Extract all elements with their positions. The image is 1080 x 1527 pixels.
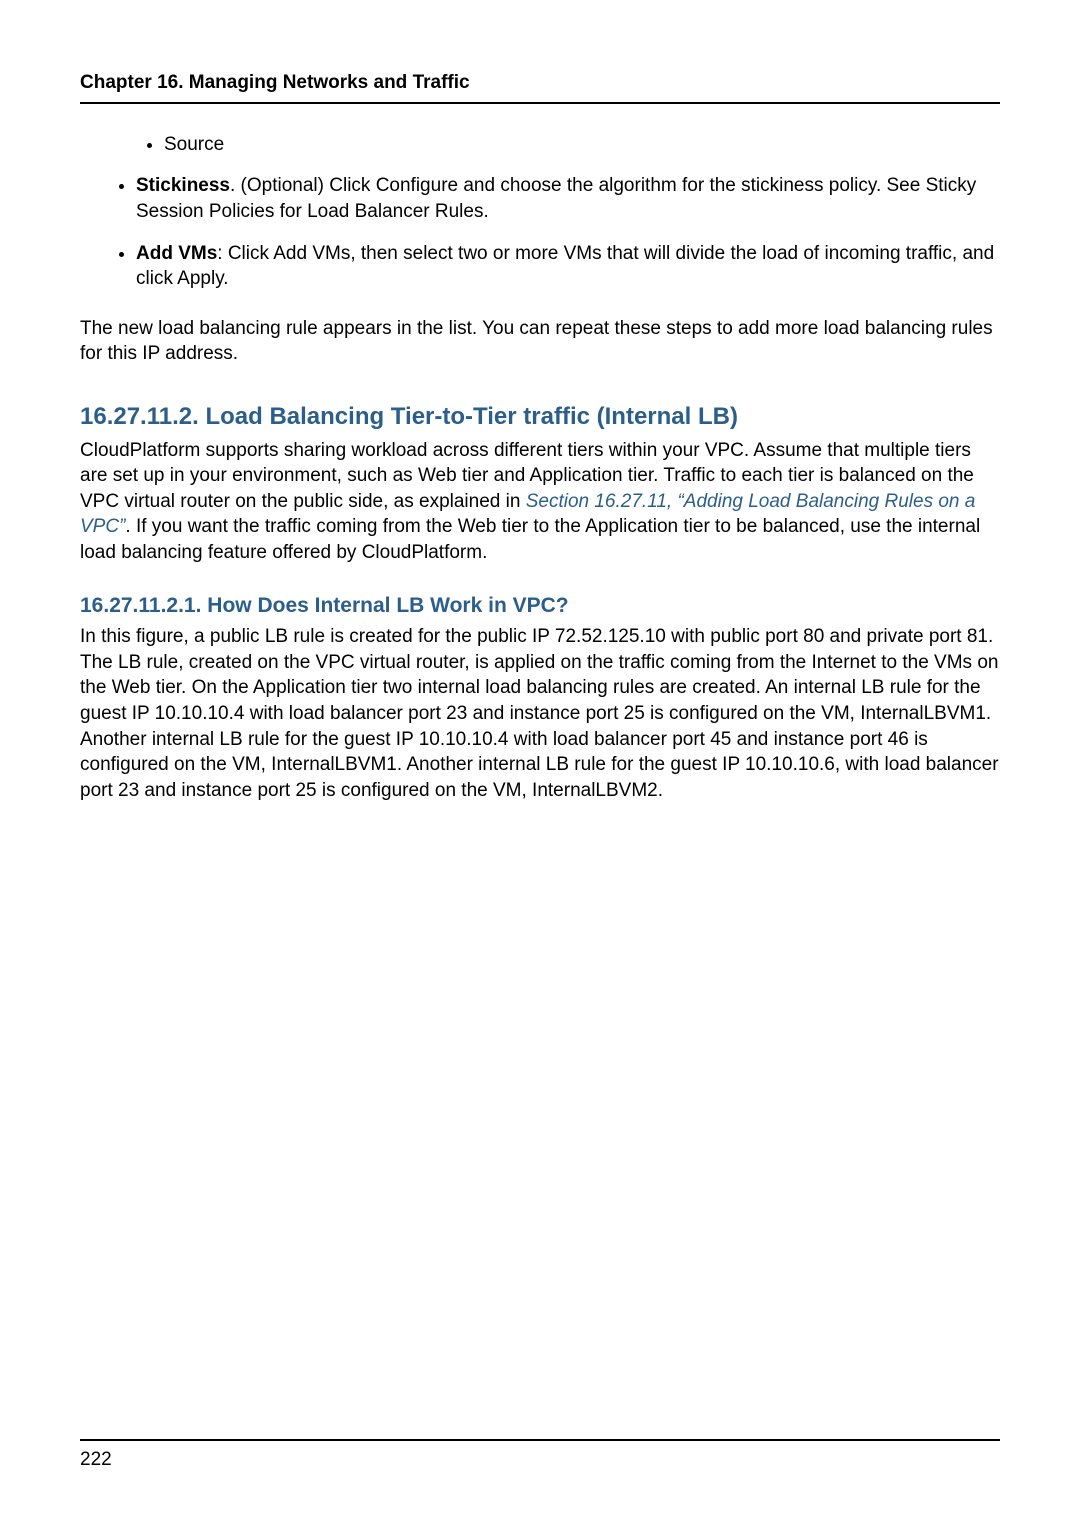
page-container: Chapter 16. Managing Networks and Traffi… <box>0 0 1080 1527</box>
list-item-strong: Add VMs <box>136 243 217 264</box>
list-item-text: Source <box>164 134 224 155</box>
subsection-number: 16.27.11.2.1. <box>80 594 201 617</box>
list-item: Stickiness. (Optional) Click Configure a… <box>136 173 1000 224</box>
list-item-text: : Click Add VMs, then select two or more… <box>136 243 994 290</box>
section-number: 16.27.11.2. <box>80 403 199 430</box>
list-item: Source <box>164 132 1000 158</box>
subsection-body: In this figure, a public LB rule is crea… <box>80 624 1000 803</box>
section-heading: 16.27.11.2. Load Balancing Tier-to-Tier … <box>80 401 1000 433</box>
footer-rule <box>80 1439 1000 1441</box>
list-item: Add VMs: Click Add VMs, then select two … <box>136 241 1000 292</box>
list-item-text: . (Optional) Click Configure and choose … <box>136 175 976 222</box>
nested-bullet-list: Source <box>80 132 1000 158</box>
body-paragraph: The new load balancing rule appears in t… <box>80 316 1000 367</box>
page-number: 222 <box>80 1447 1000 1473</box>
list-item-strong: Stickiness <box>136 175 230 196</box>
running-header: Chapter 16. Managing Networks and Traffi… <box>80 70 1000 104</box>
section-body: CloudPlatform supports sharing workload … <box>80 438 1000 566</box>
section-title: Load Balancing Tier-to-Tier traffic (Int… <box>205 403 738 430</box>
subsection-title: How Does Internal LB Work in VPC? <box>207 594 568 617</box>
page-footer: 222 <box>80 1439 1000 1473</box>
section-body-text: . If you want the traffic coming from th… <box>80 516 980 563</box>
subsection-heading: 16.27.11.2.1. How Does Internal LB Work … <box>80 592 1000 620</box>
bullet-list: Stickiness. (Optional) Click Configure a… <box>80 173 1000 292</box>
